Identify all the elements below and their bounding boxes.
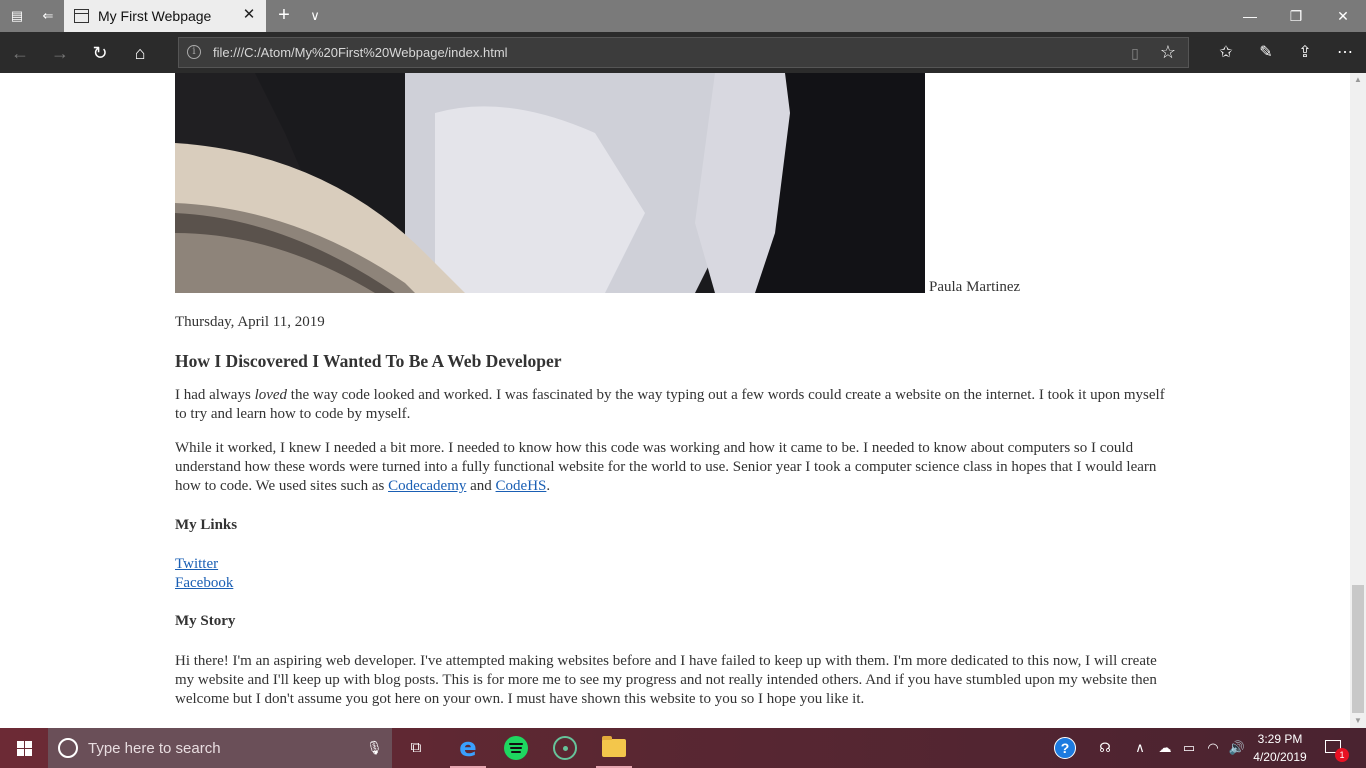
back-icon[interactable]: ←: [7, 40, 33, 66]
restore-icon[interactable]: ❐: [1273, 0, 1319, 32]
taskbar-atom[interactable]: [541, 728, 589, 768]
share-icon[interactable]: ⇪: [1292, 40, 1318, 66]
wifi-icon[interactable]: ◠: [1204, 738, 1222, 758]
facebook-link[interactable]: Facebook: [175, 574, 233, 593]
intro-lead: I had always: [175, 387, 255, 403]
taskbar-file-explorer[interactable]: [590, 728, 638, 768]
windows-taskbar: Type here to search 🎙 ⧉ e ? ☊ ∧ ☁ ▭ ◠ 🔊 …: [0, 728, 1366, 768]
url-text[interactable]: file:///C:/Atom/My%20First%20Webpage/ind…: [213, 45, 508, 60]
edge-icon: e: [459, 733, 477, 763]
favorites-icon[interactable]: ✩: [1213, 40, 1239, 66]
story-heading: My Story: [175, 613, 236, 629]
browser-toolbar: ← → ↻ ⌂ i file:///C:/Atom/My%20First%20W…: [0, 32, 1366, 73]
links-heading: My Links: [175, 517, 238, 533]
favorite-star-icon[interactable]: ☆: [1158, 42, 1178, 62]
action-center-button[interactable]: 1: [1322, 738, 1349, 762]
search-placeholder: Type here to search: [88, 740, 221, 757]
author-name: Paula Martinez: [929, 279, 1021, 295]
notification-badge: 1: [1335, 748, 1349, 762]
people-icon[interactable]: ☊: [1096, 738, 1114, 758]
paragraph-intro: I had always loved the way code looked a…: [175, 386, 1175, 424]
link-list: Twitter Facebook: [175, 555, 1175, 593]
onedrive-icon[interactable]: ☁: [1155, 738, 1175, 758]
codecademy-link[interactable]: Codecademy: [388, 478, 466, 494]
taskbar-edge[interactable]: e: [444, 728, 492, 768]
more-icon[interactable]: ⋯: [1332, 40, 1358, 66]
browser-title-bar: ▤ ⇐ My First Webpage ✕ + ∨ — ❐ ✕: [0, 0, 1366, 32]
intro-rest: the way code looked and worked. I was fa…: [175, 387, 1165, 422]
tab-title: My First Webpage: [98, 8, 212, 24]
set-aside-tabs-icon[interactable]: ⇐: [40, 8, 56, 24]
chevron-down-icon[interactable]: ∨: [304, 4, 326, 28]
chevron-up-icon[interactable]: ∧: [1133, 738, 1147, 758]
home-icon[interactable]: ⌂: [127, 40, 153, 66]
microphone-icon[interactable]: 🎙: [366, 738, 383, 758]
post-date: Thursday, April 11, 2019: [175, 314, 325, 330]
close-tab-icon[interactable]: ✕: [240, 6, 258, 24]
scroll-up-icon[interactable]: ▲: [1350, 73, 1366, 87]
clock-date: 4/20/2019: [1253, 750, 1307, 764]
notes-icon[interactable]: ✎: [1253, 40, 1279, 66]
task-view-icon: ⧉: [410, 739, 422, 756]
refresh-icon[interactable]: ↻: [87, 40, 113, 66]
task-view-button[interactable]: ⧉: [392, 728, 440, 768]
profile-photo: [175, 73, 925, 293]
taskbar-search-box[interactable]: Type here to search 🎙: [48, 728, 392, 768]
volume-icon[interactable]: 🔊: [1227, 738, 1247, 758]
paragraph-learning: While it worked, I knew I needed a bit m…: [175, 439, 1175, 496]
file-explorer-icon: [602, 736, 626, 757]
scrollbar-thumb[interactable]: [1352, 585, 1364, 713]
taskbar-spotify[interactable]: [492, 728, 540, 768]
vertical-scrollbar[interactable]: ▲ ▼: [1350, 73, 1366, 728]
battery-icon[interactable]: ▭: [1180, 738, 1198, 758]
post-title: How I Discovered I Wanted To Be A Web De…: [175, 351, 562, 371]
spotify-icon: [504, 736, 528, 760]
story-text: Hi there! I'm an aspiring web developer.…: [175, 653, 1157, 707]
forward-icon[interactable]: →: [47, 40, 73, 66]
page-viewport: Paula Martinez Thursday, April 11, 2019 …: [0, 73, 1350, 728]
intro-emphasis: loved: [254, 387, 288, 403]
reading-view-icon[interactable]: ▯: [1126, 44, 1144, 62]
tab-my-first-webpage[interactable]: My First Webpage ✕: [64, 0, 266, 32]
learning-and: and: [466, 478, 496, 494]
windows-icon: [17, 741, 32, 756]
start-button[interactable]: [0, 728, 48, 768]
new-tab-icon[interactable]: +: [272, 4, 296, 28]
twitter-link[interactable]: Twitter: [175, 555, 218, 574]
page-icon: [74, 9, 89, 23]
atom-icon: [553, 736, 577, 760]
scroll-down-icon[interactable]: ▼: [1350, 714, 1366, 728]
blog-content: Thursday, April 11, 2019 How I Discovere…: [175, 313, 1175, 709]
address-bar[interactable]: i file:///C:/Atom/My%20First%20Webpage/i…: [178, 37, 1189, 68]
codehs-link[interactable]: CodeHS: [496, 478, 547, 494]
learning-text: While it worked, I knew I needed a bit m…: [175, 440, 1157, 494]
minimize-icon[interactable]: —: [1227, 0, 1273, 32]
search-icon: [58, 738, 78, 758]
taskbar-clock[interactable]: 3:29 PM 4/20/2019: [1250, 730, 1310, 766]
learning-end: .: [546, 478, 551, 494]
clock-time: 3:29 PM: [1257, 732, 1303, 746]
site-info-icon[interactable]: i: [187, 45, 201, 59]
tabs-aside-icon[interactable]: ▤: [9, 8, 25, 24]
close-window-icon[interactable]: ✕: [1320, 0, 1366, 32]
help-icon[interactable]: ?: [1054, 737, 1076, 759]
